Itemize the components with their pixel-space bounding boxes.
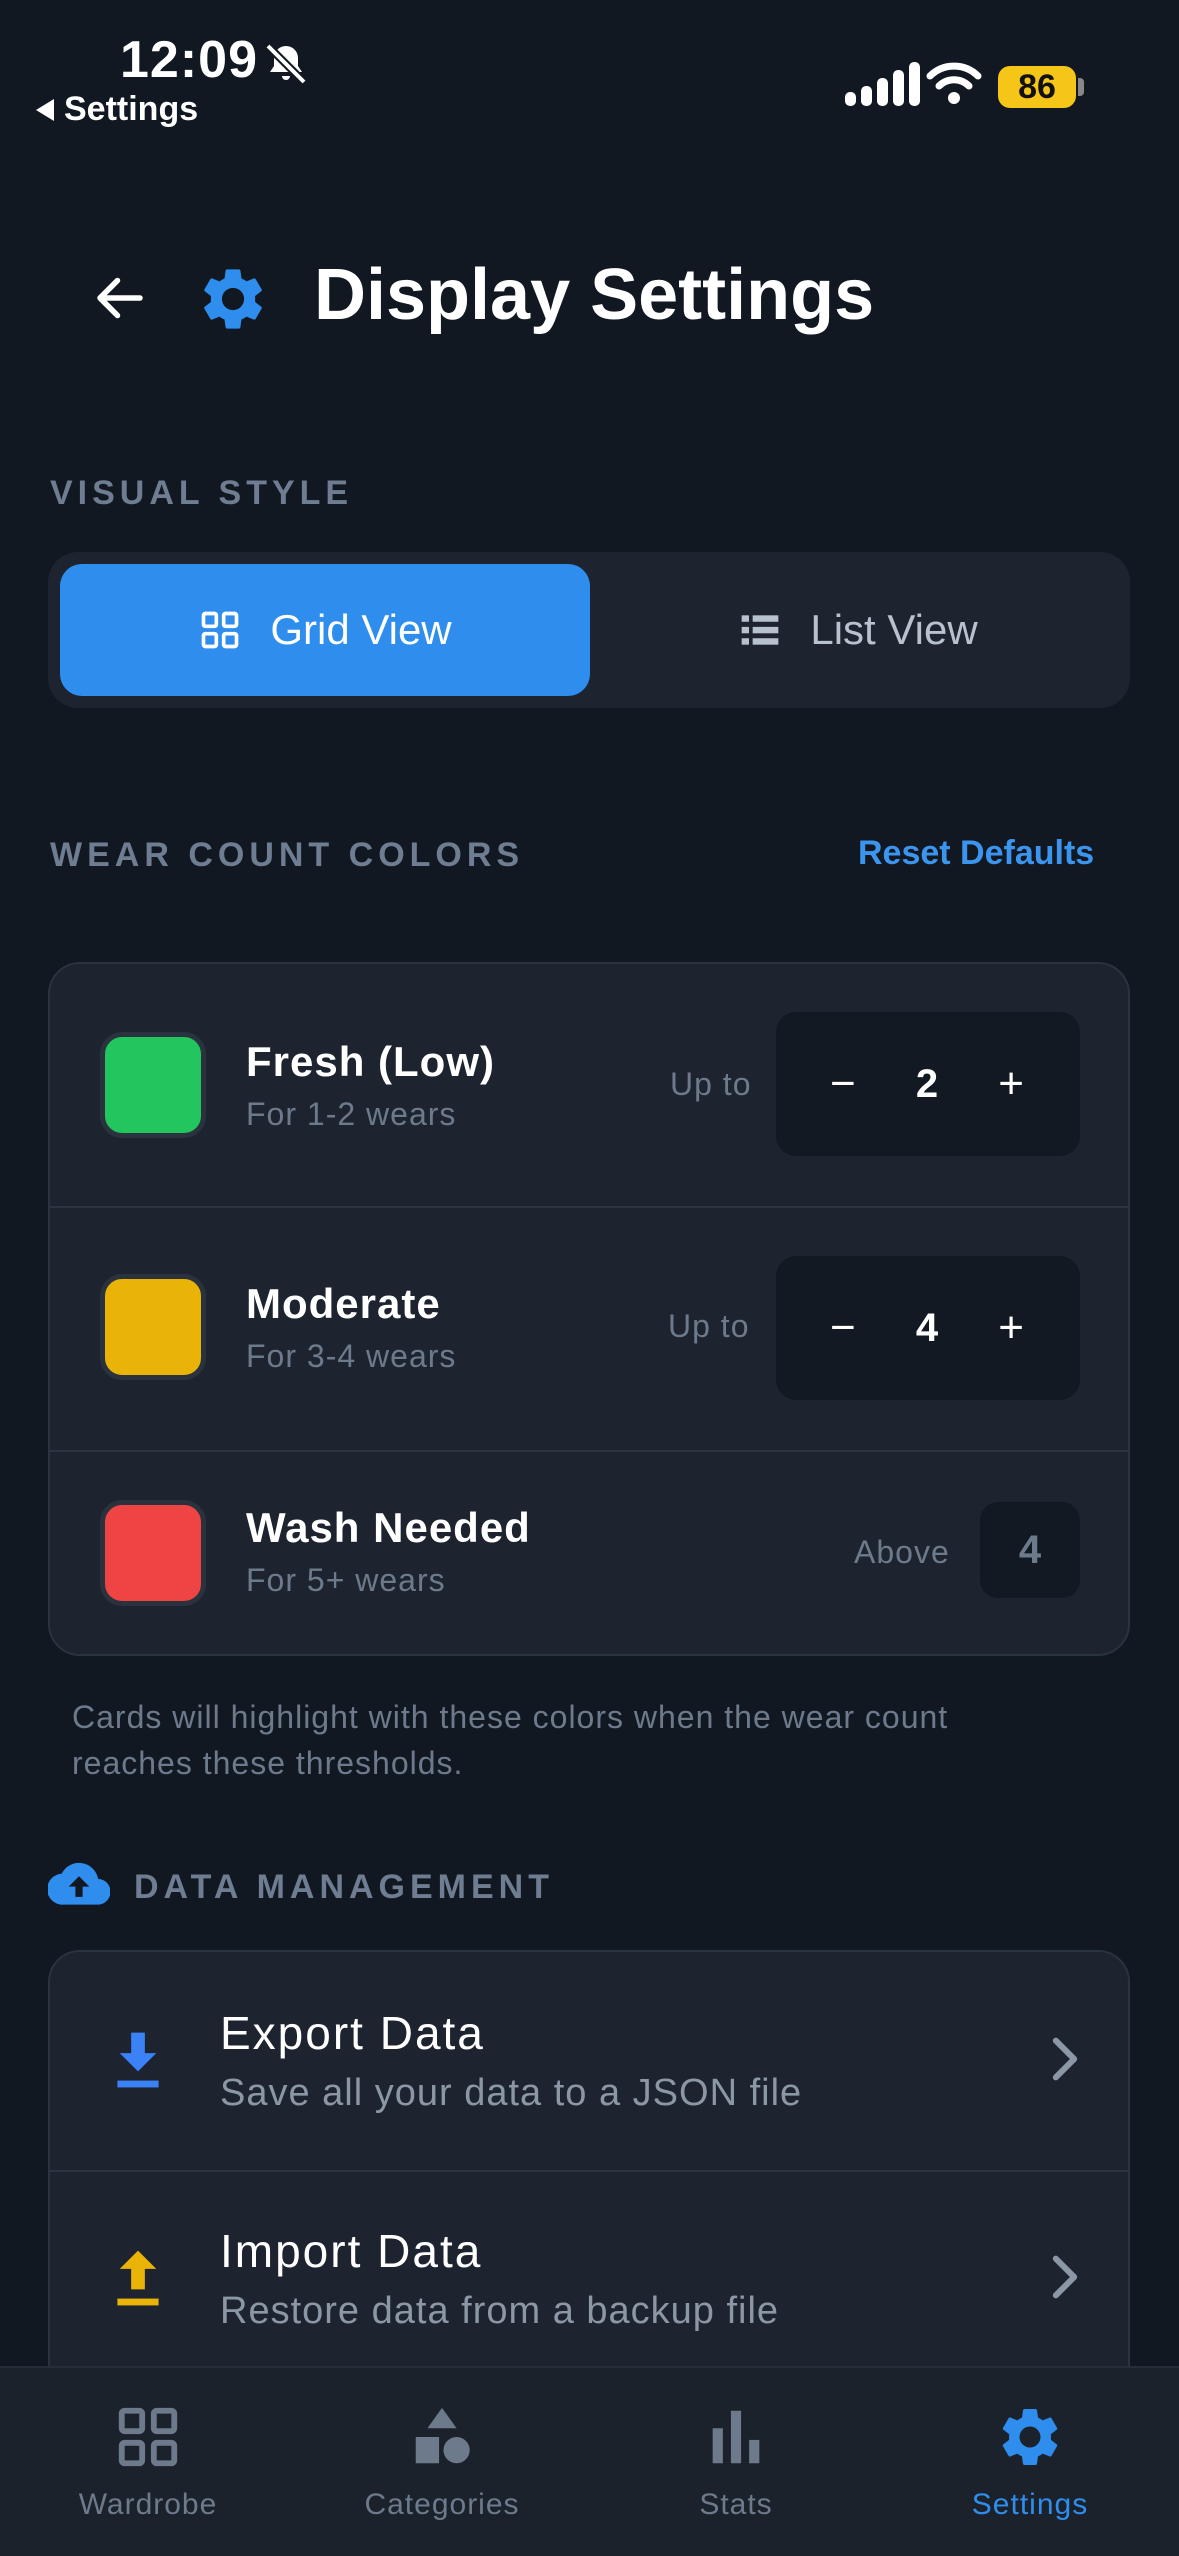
reset-defaults-link[interactable]: Reset Defaults [858, 834, 1094, 873]
back-triangle-icon [36, 98, 54, 121]
bottom-tab-bar: Wardrobe Categories Stats Settings [0, 2366, 1179, 2556]
export-subtitle: Save all your data to a JSON file [220, 2072, 803, 2114]
up-to-label: Up to [668, 1308, 750, 1344]
list-view-button[interactable]: List View [598, 564, 1118, 696]
tab-settings[interactable]: Settings [900, 2402, 1160, 2522]
tab-label: Wardrobe [78, 2488, 218, 2521]
fresh-color-swatch[interactable] [100, 1032, 206, 1138]
moderate-color-swatch[interactable] [100, 1274, 206, 1380]
export-title: Export Data [220, 2007, 485, 2059]
tab-categories[interactable]: Categories [312, 2402, 572, 2522]
tab-label: Settings [971, 2488, 1089, 2521]
threshold-value: 4 [915, 1305, 939, 1350]
upload-icon [117, 2250, 159, 2306]
gear-icon [1002, 2409, 1058, 2465]
threshold-value: 2 [915, 1061, 939, 1106]
increment-button[interactable]: + [998, 1303, 1024, 1353]
export-data-row[interactable]: Export Data Save all your data to a JSON… [50, 1952, 1128, 2170]
bar-chart-icon [712, 2410, 760, 2464]
download-icon [117, 2032, 159, 2088]
back-app-label: Settings [64, 90, 199, 128]
row-subtitle: For 5+ wears [246, 1562, 446, 1598]
chevron-right-icon [1052, 2037, 1078, 2081]
up-to-label: Up to [670, 1066, 752, 1102]
cellular-signal-icon [845, 62, 920, 106]
cloud-upload-icon [48, 1862, 110, 1905]
tab-label: Stats [699, 2488, 773, 2521]
back-arrow-icon[interactable] [90, 268, 150, 328]
wash-needed-color-swatch[interactable] [100, 1500, 206, 1606]
battery-indicator: 86 [998, 66, 1076, 108]
row-subtitle: For 3-4 wears [246, 1338, 457, 1374]
wardrobe-grid-icon [118, 2407, 178, 2467]
settings-gear-icon [204, 269, 262, 329]
wear-row-moderate: Moderate For 3-4 wears Up to − 4 + [50, 1208, 1128, 1450]
tab-wardrobe[interactable]: Wardrobe [18, 2402, 278, 2522]
row-title: Moderate [246, 1280, 441, 1327]
bell-slash-icon [265, 43, 307, 85]
visual-style-label: VISUAL STYLE [50, 474, 354, 512]
wear-colors-card: Fresh (Low) For 1-2 wears Up to − 2 + Mo… [48, 962, 1130, 1656]
increment-button[interactable]: + [998, 1059, 1024, 1109]
list-view-label: List View [810, 606, 978, 653]
data-management-card: Export Data Save all your data to a JSON… [48, 1950, 1130, 2410]
battery-nub [1078, 78, 1084, 96]
wear-row-wash-needed: Wash Needed For 5+ wears Above 4 [50, 1452, 1128, 1654]
view-mode-segmented-control: Grid View List View [48, 552, 1130, 708]
tab-stats[interactable]: Stats [606, 2402, 866, 2522]
thresholds-help-text: Cards will highlight with these colors w… [72, 1699, 949, 1781]
wear-count-colors-label: WEAR COUNT COLORS [50, 836, 525, 874]
wifi-icon [926, 62, 982, 104]
row-title: Wash Needed [246, 1504, 531, 1551]
status-time: 12:09 [120, 31, 258, 89]
row-subtitle: For 1-2 wears [246, 1096, 457, 1132]
list-icon [742, 615, 779, 645]
wash-threshold-value: 4 [980, 1502, 1080, 1598]
data-management-label: DATA MANAGEMENT [134, 1868, 554, 1906]
shapes-icon [415, 2407, 470, 2464]
chevron-right-icon [1052, 2255, 1078, 2299]
decrement-button[interactable]: − [830, 1059, 856, 1109]
import-data-row[interactable]: Import Data Restore data from a backup f… [50, 2172, 1128, 2390]
decrement-button[interactable]: − [830, 1303, 856, 1353]
above-label: Above [854, 1534, 950, 1570]
fresh-threshold-stepper: − 2 + [776, 1012, 1080, 1156]
grid-view-button[interactable]: Grid View [60, 564, 590, 696]
tab-label: Categories [364, 2488, 520, 2521]
import-subtitle: Restore data from a backup file [220, 2290, 780, 2332]
page-title: Display Settings [314, 255, 875, 335]
back-to-app-link[interactable]: Settings [36, 90, 198, 129]
row-title: Fresh (Low) [246, 1038, 495, 1085]
moderate-threshold-stepper: − 4 + [776, 1256, 1080, 1400]
grid-icon [202, 611, 239, 649]
wear-row-fresh: Fresh (Low) For 1-2 wears Up to − 2 + [50, 964, 1128, 1206]
import-title: Import Data [220, 2225, 483, 2277]
grid-view-label: Grid View [270, 606, 452, 653]
